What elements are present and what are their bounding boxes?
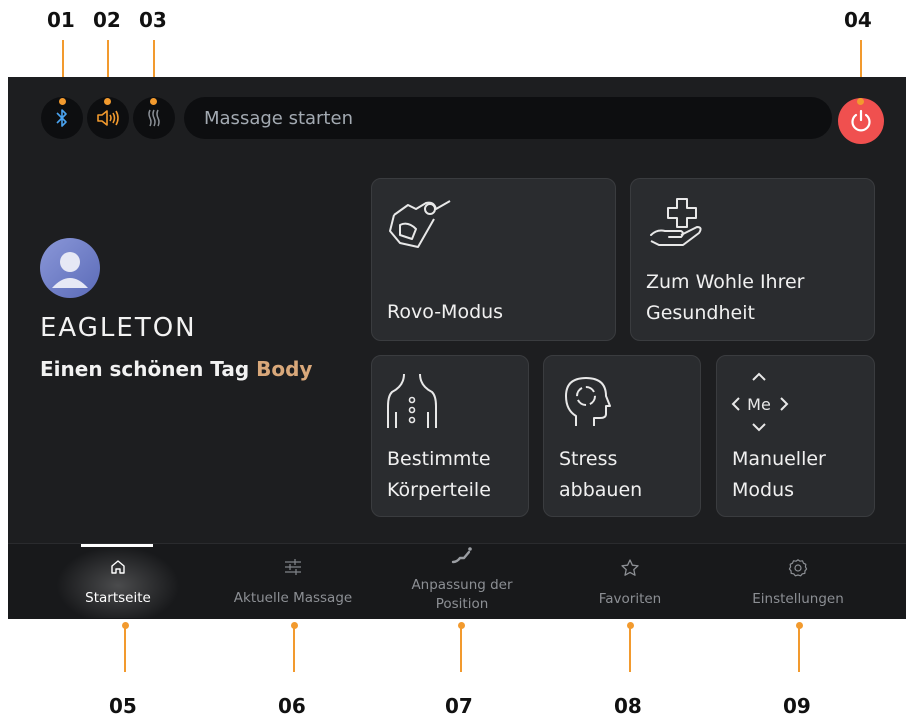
callout-01: 01: [47, 8, 75, 32]
start-massage-text: Massage starten: [204, 107, 353, 129]
card-rovo-label: Rovo-Modus: [387, 301, 504, 323]
massage-chair-icon: [389, 200, 451, 248]
callout-line-07: [460, 626, 462, 672]
nav-position-line1: Anpassung der: [411, 577, 513, 593]
card-manual-label: Manueller Modus: [732, 444, 826, 506]
volume-icon: [97, 110, 119, 126]
nav-home-label: Startseite: [85, 590, 151, 606]
card-manual-line1: Manueller: [732, 448, 826, 470]
callout-03: 03: [139, 8, 167, 32]
nav-position[interactable]: Anpassung der Position: [392, 546, 532, 621]
recline-icon: [451, 547, 472, 564]
manual-control-icon: Me: [731, 372, 789, 432]
card-body-label: Bestimmte Körperteile: [387, 444, 491, 506]
nav-current-label: Aktuelle Massage: [233, 590, 353, 606]
callout-09: 09: [783, 694, 811, 718]
callout-line-05: [124, 626, 126, 672]
callout-02: 02: [93, 8, 121, 32]
card-body-line1: Bestimmte: [387, 448, 491, 470]
card-manual-mode[interactable]: Me Manueller Modus: [716, 355, 875, 517]
card-health-label: Zum Wohle Ihrer Gesundheit: [646, 267, 805, 329]
body-icon: [387, 373, 437, 428]
card-manual-line2: Modus: [732, 479, 795, 501]
callout-line-06: [293, 626, 295, 672]
callout-06: 06: [278, 694, 306, 718]
nav-home[interactable]: Startseite: [56, 558, 180, 633]
sliders-icon: [285, 559, 301, 575]
star-icon: [621, 559, 639, 576]
card-health-line2: Gesundheit: [646, 302, 755, 324]
card-stress[interactable]: Stress abbauen: [543, 355, 701, 517]
power-icon: [851, 109, 871, 132]
nav-favorites-label: Favoriten: [598, 591, 662, 607]
head-stress-icon: [565, 377, 611, 426]
card-health[interactable]: Zum Wohle Ihrer Gesundheit: [630, 178, 875, 341]
greeting-text: Einen schönen Tag: [40, 357, 250, 381]
active-tab-indicator: [81, 544, 153, 547]
callout-dot-02: [104, 98, 111, 105]
nav-position-line2: Position: [435, 596, 489, 612]
bluetooth-icon: [56, 109, 67, 127]
callout-08: 08: [614, 694, 642, 718]
callout-04: 04: [844, 8, 872, 32]
callout-dot-01: [59, 98, 66, 105]
nav-settings-label: Einstellungen: [752, 591, 844, 607]
card-body-line2: Körperteile: [387, 479, 491, 501]
card-rovo-mode[interactable]: Rovo-Modus: [371, 178, 616, 341]
avatar[interactable]: [40, 238, 100, 298]
device-screen: [8, 77, 906, 618]
callout-dot-03: [150, 98, 157, 105]
callout-07: 07: [445, 694, 473, 718]
user-name: Body: [256, 357, 313, 381]
callout-dot-04: [857, 98, 864, 105]
brand-logo: EAGLETON: [40, 313, 197, 343]
callout-05: 05: [109, 694, 137, 718]
user-icon: [52, 252, 88, 288]
callout-line-09: [798, 626, 800, 672]
manual-icon-text: Me: [747, 395, 771, 414]
card-health-line1: Zum Wohle Ihrer: [646, 271, 805, 293]
card-stress-line1: Stress: [559, 448, 618, 470]
card-body-parts[interactable]: Bestimmte Körperteile: [371, 355, 529, 517]
card-stress-line2: abbauen: [559, 479, 643, 501]
start-massage-bar[interactable]: Massage starten: [184, 97, 832, 139]
greeting: Einen schönen Tag Body: [40, 357, 312, 381]
nav-position-label: Anpassung der Position: [411, 576, 512, 614]
callout-line-08: [629, 626, 631, 672]
gear-icon: [788, 559, 808, 577]
health-care-icon: [650, 198, 702, 246]
heat-icon: [148, 109, 160, 127]
home-icon: [111, 560, 125, 574]
card-stress-label: Stress abbauen: [559, 444, 642, 506]
